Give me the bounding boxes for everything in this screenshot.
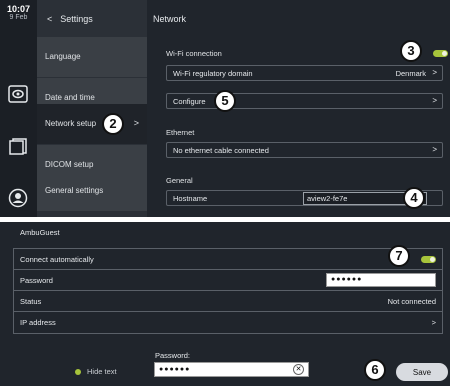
hide-text-option[interactable]: Hide text	[75, 367, 117, 376]
menu-item-language[interactable]: Language	[37, 37, 147, 78]
ethernet-row[interactable]: No ethernet cable connected >	[166, 142, 443, 158]
toggle-knob	[430, 257, 435, 262]
page-title: Network	[153, 14, 187, 24]
back-label: Settings	[60, 14, 93, 24]
chevron-left-icon: <	[47, 14, 53, 24]
connect-automatically-label: Connect automatically	[20, 255, 94, 264]
menu-item-label: Network setup	[45, 119, 97, 128]
clear-icon[interactable]: ✕	[293, 364, 304, 375]
user-icon[interactable]	[7, 188, 29, 208]
chevron-right-icon: >	[431, 318, 436, 327]
toggle-knob	[442, 51, 447, 56]
menu-item-label: DICOM setup	[45, 160, 94, 169]
callout-badge: 7	[388, 245, 410, 267]
callout-badge: 6	[364, 359, 386, 381]
chevron-right-icon: >	[432, 96, 437, 105]
network-name: AmbuGuest	[20, 228, 60, 237]
password-label: Password	[20, 276, 53, 285]
hide-text-label: Hide text	[87, 367, 117, 376]
radio-icon	[75, 369, 81, 376]
ip-address-row[interactable]: IP address >	[14, 312, 442, 333]
hostname-label: Hostname	[173, 194, 208, 203]
ip-address-label: IP address	[20, 318, 56, 327]
menu-item-label: General settings	[45, 186, 104, 195]
menu-item-general-settings[interactable]: General settings	[37, 171, 147, 212]
save-button[interactable]: Save	[396, 363, 448, 381]
files-icon[interactable]	[7, 136, 29, 156]
callout-badge: 4	[403, 187, 425, 209]
auto-connect-toggle[interactable]	[421, 256, 436, 263]
configure-label: Configure	[173, 97, 206, 106]
settings-sidebar: < Settings Language Date and time Network…	[37, 0, 147, 217]
ethernet-label: Ethernet	[166, 128, 195, 137]
status-label: Status	[20, 297, 42, 306]
network-details: Connect automatically Password ●●●●●● St…	[13, 248, 443, 334]
menu-item-label: Date and time	[45, 93, 95, 102]
network-panel: Network Wi-Fi connection Wi-Fi regulator…	[153, 0, 450, 217]
password-field[interactable]: ●●●●●●	[326, 273, 436, 287]
back-button[interactable]: < Settings	[47, 14, 93, 24]
menu-item-network-setup[interactable]: Network setup >	[37, 104, 147, 145]
wifi-toggle[interactable]	[433, 50, 448, 57]
date: 9 Feb	[9, 14, 28, 21]
callout-badge: 2	[102, 113, 124, 135]
regulatory-domain-value: Denmark	[395, 69, 426, 78]
scope-icon[interactable]	[7, 84, 29, 104]
status-clock: 10:07 9 Feb	[0, 4, 37, 21]
status-value: Not connected	[387, 297, 436, 306]
connect-automatically-row: Connect automatically	[14, 249, 442, 270]
callout-badge: 5	[214, 90, 236, 112]
chevron-right-icon: >	[432, 68, 437, 77]
password-entry-input[interactable]: ●●●●●● ✕	[154, 362, 309, 377]
general-label: General	[166, 176, 193, 185]
regulatory-domain-label: Wi-Fi regulatory domain	[173, 69, 253, 78]
ethernet-status: No ethernet cable connected	[173, 146, 269, 155]
time: 10:07	[6, 4, 31, 14]
menu-item-label: Language	[45, 52, 81, 61]
wifi-connection-label: Wi-Fi connection	[166, 49, 222, 58]
configure-row[interactable]: Configure >	[166, 93, 443, 109]
callout-badge: 3	[400, 40, 422, 62]
regulatory-domain-row[interactable]: Wi-Fi regulatory domain Denmark >	[166, 65, 443, 81]
status-row: Status Not connected	[14, 291, 442, 312]
chevron-right-icon: >	[133, 118, 139, 128]
password-row: Password ●●●●●●	[14, 270, 442, 291]
password-entry-label: Password:	[155, 351, 191, 360]
chevron-right-icon: >	[432, 145, 437, 154]
left-rail: 10:07 9 Feb	[0, 0, 37, 217]
password-entry-value: ●●●●●●	[159, 366, 191, 373]
